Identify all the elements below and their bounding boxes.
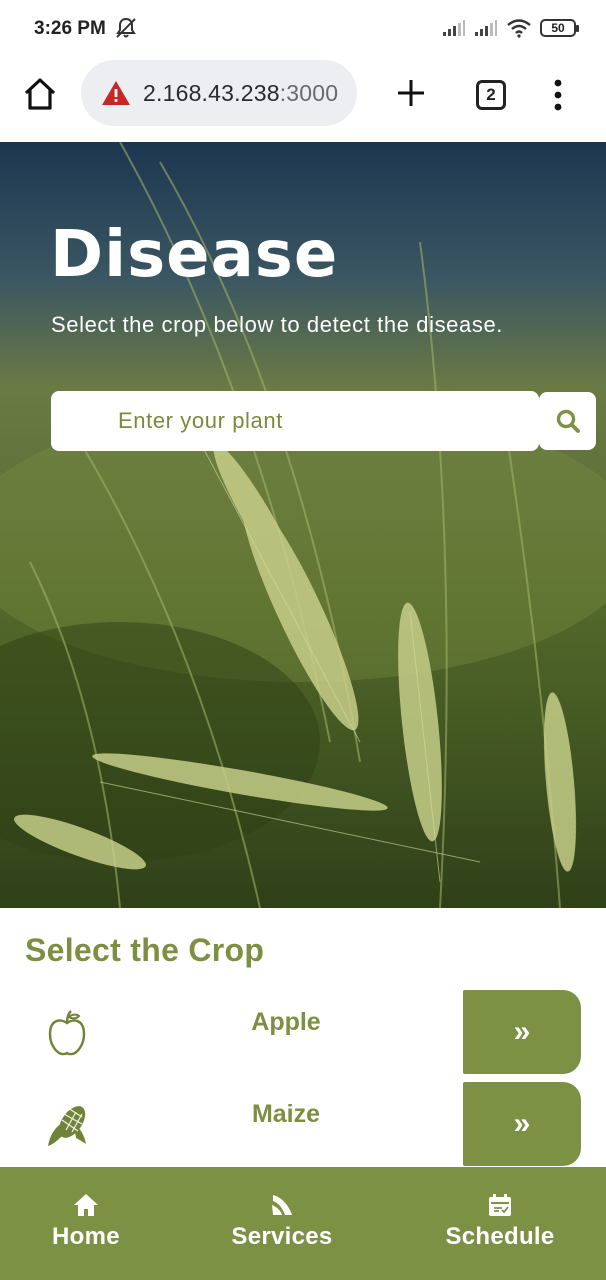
address-bar[interactable]: 2.168.43.238:3000 — [81, 60, 357, 126]
nav-home-label: Home — [52, 1223, 120, 1250]
notifications-off-icon — [116, 17, 136, 38]
nav-schedule-label: Schedule — [445, 1223, 555, 1250]
home-icon — [74, 1194, 98, 1216]
crop-item-apple: Apple » — [0, 990, 606, 1074]
schedule-icon — [489, 1194, 511, 1216]
plant-search-box — [51, 391, 539, 451]
signal-icon-2 — [475, 20, 497, 36]
new-tab-icon[interactable] — [394, 76, 428, 110]
section-title: Select the Crop — [25, 932, 265, 968]
plant-search-input[interactable] — [51, 391, 539, 451]
nav-services-label: Services — [231, 1223, 333, 1250]
status-bar: 3:26 PM 50 — [0, 0, 606, 58]
select-maize-button[interactable]: » — [463, 1082, 581, 1166]
battery-indicator: 50 — [540, 19, 579, 37]
status-icons: 50 — [442, 18, 579, 38]
nav-schedule[interactable]: Schedule — [438, 1193, 562, 1251]
nav-home[interactable]: Home — [40, 1193, 132, 1251]
search-icon — [556, 409, 580, 433]
status-time: 3:26 PM — [34, 18, 106, 39]
nav-services[interactable]: Services — [222, 1193, 342, 1251]
apple-icon — [48, 1010, 86, 1056]
maize-icon — [48, 1106, 86, 1146]
hero-banner: Disease Select the crop below to detect … — [0, 142, 606, 908]
crop-item-maize: Maize » — [0, 1082, 606, 1166]
select-apple-button[interactable]: » — [463, 990, 581, 1074]
bottom-navigation: Home Services Schedule — [0, 1167, 606, 1280]
tab-switcher-button[interactable]: 2 — [476, 80, 506, 110]
wifi-icon — [507, 19, 531, 38]
browser-home-icon[interactable] — [22, 76, 58, 112]
url-host: 2.168.43.238 — [143, 79, 280, 106]
page-title: Disease — [50, 218, 339, 292]
url-text: 2.168.43.238:3000 — [143, 80, 338, 107]
browser-toolbar: 2.168.43.238:3000 2 — [0, 58, 606, 142]
crop-name-maize: Maize — [251, 1100, 321, 1128]
more-menu-icon[interactable] — [548, 78, 568, 112]
search-button[interactable] — [539, 392, 596, 450]
crop-name-apple: Apple — [251, 1008, 321, 1036]
services-icon — [272, 1195, 292, 1215]
signal-icon — [443, 20, 465, 36]
page-subtitle: Select the crop below to detect the dise… — [51, 312, 503, 337]
url-port: :3000 — [279, 79, 339, 106]
not-secure-warning-icon[interactable] — [101, 79, 131, 107]
